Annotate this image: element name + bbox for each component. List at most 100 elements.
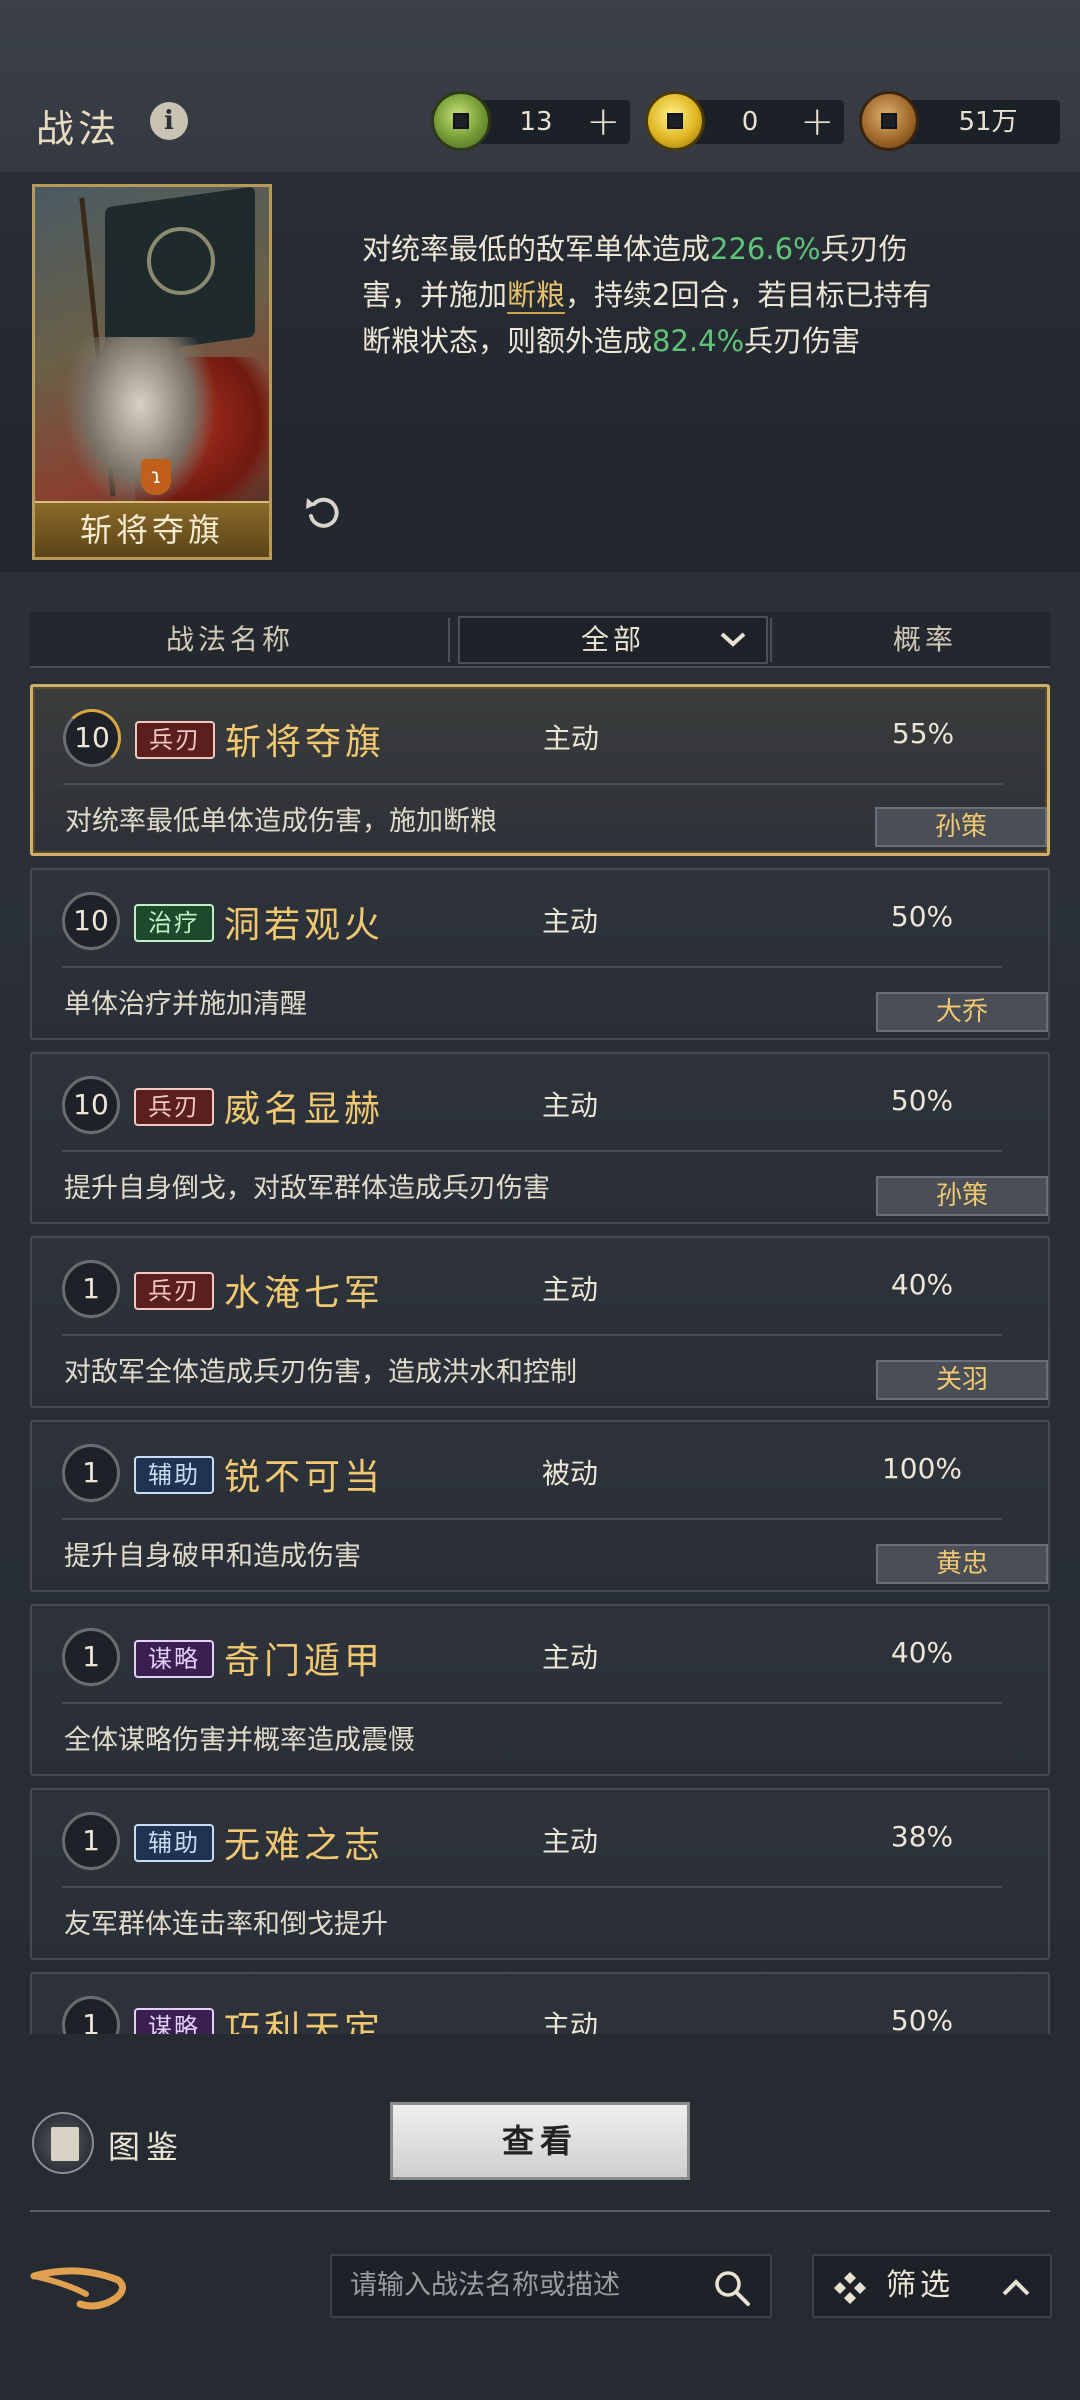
- add-jade-button[interactable]: +: [586, 100, 620, 144]
- row-divider: [63, 783, 1003, 785]
- skill-type: 主动: [542, 2009, 599, 2034]
- skill-summary: 提升自身破甲和造成伤害: [64, 1541, 361, 1572]
- search-icon[interactable]: [712, 2268, 752, 2308]
- skill-category-tag: 谋略: [134, 2008, 214, 2034]
- view-button[interactable]: 查看: [390, 2102, 690, 2180]
- skill-name: 斩将夺旗: [225, 722, 386, 763]
- skill-category-tag: 兵刃: [134, 1088, 214, 1126]
- skill-level: 1: [62, 1628, 120, 1686]
- skill-name: 洞若观火: [224, 905, 385, 946]
- skill-name: 无难之志: [224, 1825, 385, 1866]
- general-portrait: [65, 337, 215, 507]
- skill-type: 主动: [542, 1273, 599, 1306]
- skill-category-tag: 兵刃: [135, 721, 215, 759]
- skill-summary: 单体治疗并施加清醒: [64, 989, 307, 1020]
- owner-general-badge[interactable]: 孙策: [876, 1176, 1048, 1216]
- skill-level: 1: [62, 1812, 120, 1870]
- skill-name: 巧利天定: [224, 2009, 385, 2034]
- skill-row[interactable]: 1 辅助 锐不可当 被动 100% 提升自身破甲和造成伤害 黄忠: [30, 1420, 1050, 1592]
- skill-category-tag: 辅助: [134, 1824, 214, 1862]
- currency-copper-amount: 51万: [958, 107, 1018, 137]
- row-divider: [62, 1150, 1002, 1152]
- currency-gold-amount: 0: [741, 107, 759, 137]
- skill-category-tag: 辅助: [134, 1456, 214, 1494]
- skill-probability: 50%: [890, 1084, 954, 1117]
- skill-description: 对统率最低的敌军单体造成226.6%兵刃伤害，并施加断粮，持续2回合，若目标已持…: [362, 232, 932, 358]
- skill-row[interactable]: 10 兵刃 威名显赫 主动 50% 提升自身倒戈，对敌军群体造成兵刃伤害 孙策: [30, 1052, 1050, 1224]
- skill-name: 奇门遁甲: [224, 1641, 385, 1682]
- skill-card[interactable]: ɿ 斩将夺旗: [32, 184, 272, 560]
- skill-probability: 40%: [890, 1268, 954, 1301]
- skill-summary: 友军群体连击率和倒戈提升: [64, 1909, 388, 1940]
- skill-level: 1: [62, 1996, 120, 2034]
- codex-label[interactable]: 图鉴: [108, 2122, 184, 2168]
- skill-probability: 38%: [890, 1820, 954, 1853]
- damage-value: 226.6%: [710, 232, 821, 266]
- skill-level: 10: [62, 892, 120, 950]
- skill-category-tag: 兵刃: [134, 1272, 214, 1310]
- row-divider: [62, 1702, 1002, 1704]
- codex-icon[interactable]: [32, 2112, 94, 2174]
- info-icon[interactable]: i: [150, 102, 188, 140]
- table-header: 战法名称 全部 概率: [30, 612, 1050, 668]
- skill-type: 主动: [542, 1641, 599, 1674]
- add-gold-button[interactable]: +: [800, 100, 834, 144]
- search-input[interactable]: 请输入战法名称或描述: [350, 2256, 620, 2316]
- row-divider: [62, 966, 1002, 968]
- skill-probability: 55%: [891, 717, 955, 750]
- skill-row[interactable]: 10 兵刃 斩将夺旗 主动 55% 对统率最低单体造成伤害，施加断粮 孙策: [30, 684, 1050, 856]
- owner-general-badge[interactable]: 黄忠: [876, 1544, 1048, 1584]
- skill-list[interactable]: 10 兵刃 斩将夺旗 主动 55% 对统率最低单体造成伤害，施加断粮 孙策 10 治疗 洞若观火主…: [30, 684, 1050, 2034]
- chevron-down-icon: [720, 632, 746, 647]
- skill-summary: 提升自身倒戈，对敌军群体造成兵刃伤害: [64, 1173, 550, 1204]
- type-filter-dropdown[interactable]: 全部: [458, 616, 768, 664]
- skill-level: 1: [62, 1260, 120, 1318]
- skill-level: 10: [63, 709, 121, 767]
- skill-category-tag: 治疗: [134, 904, 214, 942]
- owner-general-badge[interactable]: 大乔: [876, 992, 1048, 1032]
- skill-row[interactable]: 1 兵刃 水淹七军 主动 40% 对敌军全体造成兵刃伤害，造成洪水和控制 关羽: [30, 1236, 1050, 1408]
- back-arrow-icon[interactable]: [28, 2254, 138, 2318]
- skill-row[interactable]: 1 谋略 奇门遁甲 主动 40% 全体谋略伤害并概率造成震慑: [30, 1604, 1050, 1776]
- currency-jade-amount: 13: [519, 107, 553, 137]
- skill-level: 1: [62, 1444, 120, 1502]
- owner-general-badge[interactable]: 孙策: [875, 807, 1047, 847]
- skill-card-name: 斩将夺旗: [35, 501, 269, 557]
- status-term-link[interactable]: 断粮: [507, 278, 566, 314]
- owner-general-badge[interactable]: 关羽: [876, 1360, 1048, 1400]
- jade-coin-icon: [434, 94, 488, 148]
- refresh-icon[interactable]: [302, 490, 346, 534]
- skill-category-tag: 谋略: [134, 1640, 214, 1678]
- name-column-header: 战法名称: [165, 623, 294, 656]
- gold-coin-icon: [648, 94, 702, 148]
- skill-summary: 对统率最低单体造成伤害，施加断粮: [65, 806, 497, 837]
- skill-row[interactable]: 10 治疗 洞若观火 主动 50% 单体治疗并施加清醒 大乔: [30, 868, 1050, 1040]
- skill-type: 主动: [542, 1089, 599, 1122]
- currency-jade: 13 +: [434, 94, 630, 148]
- skill-summary: 全体谋略伤害并概率造成震慑: [64, 1725, 415, 1756]
- skill-type: 主动: [542, 1825, 599, 1858]
- search-field[interactable]: 请输入战法名称或描述: [330, 2254, 772, 2318]
- skill-name: 锐不可当: [224, 1457, 385, 1498]
- filter-label: 筛选: [886, 2268, 954, 2303]
- chevron-up-icon[interactable]: [996, 2268, 1036, 2308]
- row-divider: [62, 1518, 1002, 1520]
- skill-probability: 40%: [890, 1636, 954, 1669]
- filter-button[interactable]: 筛选: [812, 2254, 1052, 2318]
- skill-type: 主动: [543, 722, 600, 755]
- skill-row[interactable]: 1 谋略 巧利天定 主动 50%: [30, 1972, 1050, 2034]
- divider: [30, 2210, 1050, 2212]
- row-divider: [62, 1886, 1002, 1888]
- currency-gold: 0 +: [648, 94, 844, 148]
- extra-damage-value: 82.4%: [652, 324, 745, 358]
- skill-type: 被动: [542, 1457, 599, 1490]
- skill-probability: 50%: [890, 900, 954, 933]
- skill-type: 主动: [542, 905, 599, 938]
- skill-name: 水淹七军: [224, 1273, 385, 1314]
- currency-copper: 51万: [862, 94, 1060, 148]
- filter-diamond-icon: [834, 2272, 866, 2304]
- skill-row[interactable]: 1 辅助 无难之志 主动 38% 友军群体连击率和倒戈提升: [30, 1788, 1050, 1960]
- row-divider: [62, 1334, 1002, 1336]
- probability-column-header: 概率: [892, 623, 957, 656]
- skill-name: 威名显赫: [224, 1089, 385, 1130]
